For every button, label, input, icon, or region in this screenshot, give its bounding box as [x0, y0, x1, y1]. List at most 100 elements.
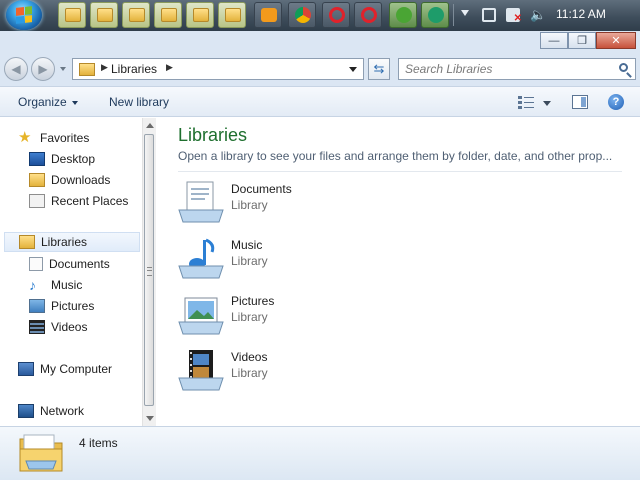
nav-item-label: Music	[51, 278, 83, 292]
network-status-icon[interactable]: ✕	[506, 8, 522, 24]
nav-my-computer-label: My Computer	[40, 362, 113, 376]
chrome-icon	[295, 7, 311, 23]
start-button[interactable]	[6, 0, 42, 30]
utorrent-icon	[396, 7, 412, 23]
scroll-down-icon[interactable]	[146, 416, 154, 421]
taskbar-folder-button-3[interactable]	[154, 2, 182, 28]
help-icon[interactable]: ?	[608, 94, 624, 110]
details-pane: 4 items	[0, 426, 640, 480]
recent-places-icon	[29, 194, 45, 208]
nav-item-label: Documents	[49, 257, 110, 271]
library-item-music[interactable]: Music Library	[177, 234, 377, 286]
library-name: Documents	[231, 182, 292, 196]
library-name: Pictures	[231, 294, 275, 308]
organize-label: Organize	[18, 95, 67, 109]
breadcrumb-chevron-icon[interactable]: ▶	[166, 62, 173, 73]
nav-item-recent-places[interactable]: Recent Places	[29, 191, 128, 211]
library-kind: Library	[231, 366, 268, 380]
refresh-button[interactable]: ⇆	[368, 58, 390, 80]
taskbar-folder-button-4[interactable]	[186, 2, 214, 28]
library-kind: Library	[231, 254, 268, 268]
new-library-button[interactable]: New library	[109, 95, 169, 109]
breadcrumb-chevron-icon[interactable]: ▶	[101, 62, 108, 73]
taskbar-opera-button-2[interactable]	[354, 2, 382, 28]
change-view-icon[interactable]	[518, 95, 534, 109]
more-options-dropdown[interactable]	[543, 101, 551, 106]
downloads-folder-icon	[29, 173, 45, 187]
action-center-icon[interactable]	[482, 8, 496, 22]
nav-item-label: Recent Places	[51, 194, 129, 208]
breadcrumb-libraries[interactable]: Libraries	[111, 62, 157, 76]
nav-item-pictures[interactable]: Pictures	[29, 296, 94, 316]
minimize-icon: —	[548, 35, 560, 47]
maximize-icon: ❐	[577, 35, 587, 47]
chevron-down-icon	[71, 100, 78, 105]
videos-library-icon	[178, 350, 224, 391]
maximize-button[interactable]: ❐	[568, 32, 596, 49]
recent-pages-dropdown[interactable]	[60, 67, 66, 71]
taskbar-utorrent-button[interactable]	[389, 2, 417, 28]
nav-item-desktop[interactable]: Desktop	[29, 149, 95, 169]
music-icon: ♪	[29, 277, 36, 293]
preview-pane-icon[interactable]	[572, 95, 588, 109]
minimize-button[interactable]: —	[540, 32, 568, 49]
library-kind: Library	[231, 198, 268, 212]
nav-item-music[interactable]: ♪ Music	[29, 275, 82, 295]
search-box[interactable]	[398, 58, 636, 80]
windows-logo-icon	[16, 6, 32, 24]
folder-icon	[193, 8, 209, 22]
computer-icon	[18, 362, 34, 376]
scroll-up-icon[interactable]	[146, 123, 154, 128]
back-button[interactable]: ◀	[4, 57, 28, 81]
taskbar-clock[interactable]: 11:12 AM	[556, 7, 606, 21]
command-bar: Organize New library ?	[0, 86, 640, 117]
forward-button[interactable]: ▶	[31, 57, 55, 81]
nav-item-label: Videos	[51, 320, 88, 334]
folder-icon	[161, 8, 177, 22]
search-icon[interactable]	[619, 63, 628, 72]
address-bar[interactable]: ▶ Libraries ▶	[72, 58, 364, 80]
star-icon: ★	[18, 129, 32, 146]
taskbar-opera-button-1[interactable]	[322, 2, 350, 28]
taskbar-downloads-button[interactable]	[58, 2, 86, 28]
nav-network[interactable]: Network	[18, 401, 84, 421]
folder-icon	[97, 8, 113, 22]
address-history-dropdown[interactable]	[349, 67, 357, 72]
folder-icon	[129, 8, 145, 22]
search-input[interactable]	[405, 60, 605, 78]
taskbar: ✕ 🔈 11:12 AM	[0, 0, 640, 32]
network-error-icon: ✕	[513, 13, 522, 24]
page-title: Libraries	[178, 125, 248, 145]
close-button[interactable]: ✕	[596, 32, 636, 49]
nav-item-documents[interactable]: Documents	[29, 254, 110, 274]
show-hidden-icons-icon[interactable]	[461, 10, 469, 16]
nav-my-computer[interactable]: My Computer	[18, 359, 112, 379]
nav-favorites[interactable]: ★ Favorites	[18, 128, 89, 148]
library-item-pictures[interactable]: Pictures Library	[177, 290, 377, 342]
folder-icon	[225, 8, 241, 22]
nav-item-label: Desktop	[51, 152, 96, 166]
scrollbar-thumb[interactable]	[144, 134, 154, 406]
taskbar-folder-button-5[interactable]	[218, 2, 246, 28]
taskbar-app-button[interactable]	[421, 2, 449, 28]
taskbar-chrome-button[interactable]	[288, 2, 316, 28]
library-name: Music	[231, 238, 263, 252]
taskbar-media-button[interactable]	[254, 2, 282, 28]
taskbar-folder-button-1[interactable]	[90, 2, 118, 28]
organize-button[interactable]: Organize	[18, 95, 78, 109]
media-player-icon	[261, 8, 277, 22]
nav-item-label: Downloads	[51, 173, 111, 187]
nav-libraries[interactable]: Libraries	[4, 232, 140, 252]
window-title-bar: — ❐ ✕	[0, 31, 640, 53]
nav-item-downloads[interactable]: Downloads	[29, 170, 110, 190]
volume-icon[interactable]: 🔈	[530, 8, 546, 22]
back-arrow-icon: ◀	[11, 62, 21, 76]
navigation-scrollbar[interactable]	[142, 118, 156, 426]
nav-item-videos[interactable]: Videos	[29, 317, 87, 337]
taskbar-folder-button-2[interactable]	[122, 2, 150, 28]
library-item-videos[interactable]: Videos Library	[177, 346, 377, 398]
library-item-documents[interactable]: Documents Library	[177, 178, 377, 230]
library-name: Videos	[231, 350, 268, 364]
refresh-icon: ⇆	[373, 61, 385, 76]
app-icon	[428, 7, 444, 23]
